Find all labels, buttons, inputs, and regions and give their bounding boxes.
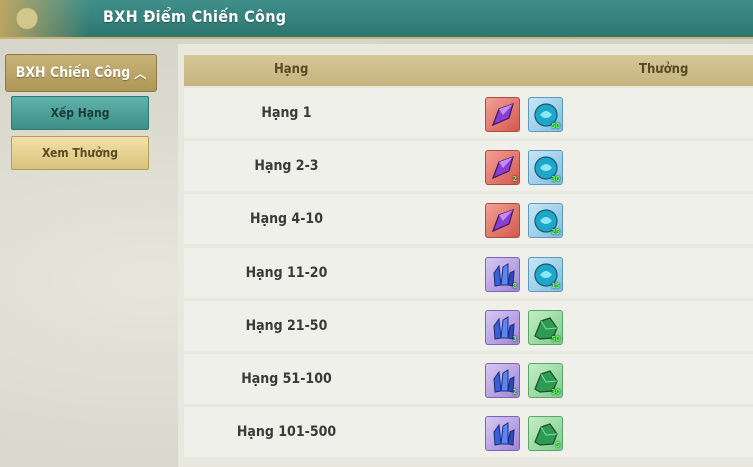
item-quantity: 30 — [551, 388, 560, 396]
rank-label: Hạng 2-3 — [254, 158, 319, 175]
rank-label: Hạng 101-500 — [236, 424, 337, 441]
reward-item[interactable]: 50 — [528, 97, 563, 132]
item-quantity: 3 — [512, 334, 517, 343]
reward-item[interactable]: 2 — [485, 150, 520, 186]
reward-item[interactable]: 30 — [528, 363, 563, 398]
item-quantity: 25 — [551, 228, 560, 237]
reward-item[interactable]: 3 — [485, 309, 520, 345]
ornament-icon — [0, 0, 90, 37]
item-quantity: 50 — [551, 122, 560, 130]
sidebar-section-label: BXH Chiến Công — [15, 65, 131, 81]
title-bar: BXH Điểm Chiến Công — [0, 0, 753, 39]
header-rank: Hạng — [274, 62, 309, 77]
item-quantity: 2 — [512, 175, 517, 184]
tab-rewards[interactable]: Xem Thưởng — [11, 136, 149, 170]
table-row: Hạng 21-50 3 50 — [184, 300, 753, 351]
reward-item[interactable]: 50 — [528, 309, 563, 345]
reward-item[interactable]: 2 — [485, 363, 520, 398]
sidebar-section-header[interactable]: BXH Chiến Công ︿ — [5, 54, 157, 92]
rank-label: Hạng 4-10 — [250, 211, 323, 228]
item-quantity: 2 — [512, 388, 517, 396]
header-reward: Thưởng — [639, 62, 689, 77]
reward-item[interactable] — [485, 203, 520, 239]
table-row: Hạng 101-500 5 — [184, 407, 753, 458]
window-title: BXH Điểm Chiến Công — [103, 7, 287, 26]
table-row: Hạng 11-20 8 15 — [184, 247, 753, 298]
rank-label: Hạng 51-100 — [241, 371, 332, 387]
item-quantity: 50 — [551, 334, 560, 343]
reward-item[interactable]: 5 — [528, 416, 563, 452]
reward-item[interactable]: 15 — [528, 256, 563, 292]
chevron-up-icon: ︿ — [134, 66, 147, 81]
table-row: Hạng 1 50 — [184, 88, 753, 138]
rank-label: Hạng 11-20 — [245, 264, 328, 281]
reward-item[interactable] — [485, 97, 520, 132]
reward-item[interactable]: 25 — [528, 203, 563, 239]
table-row: Hạng 51-100 2 30 — [184, 354, 753, 404]
reward-item[interactable]: 8 — [485, 256, 520, 292]
item-quantity: 5 — [555, 441, 560, 450]
table-row: Hạng 2-3 2 30 — [184, 141, 753, 192]
table-header: Hạng Thưởng — [184, 55, 753, 86]
rank-label: Hạng 1 — [261, 105, 312, 121]
rank-label: Hạng 21-50 — [245, 317, 328, 334]
item-quantity: 30 — [551, 175, 560, 184]
table-row: Hạng 4-10 25 — [184, 194, 753, 245]
item-quantity: 15 — [551, 281, 560, 290]
reward-item[interactable]: 30 — [528, 150, 563, 186]
reward-item[interactable] — [485, 416, 520, 452]
item-quantity: 8 — [512, 281, 517, 290]
tab-ranking[interactable]: Xếp Hạng — [11, 96, 149, 130]
